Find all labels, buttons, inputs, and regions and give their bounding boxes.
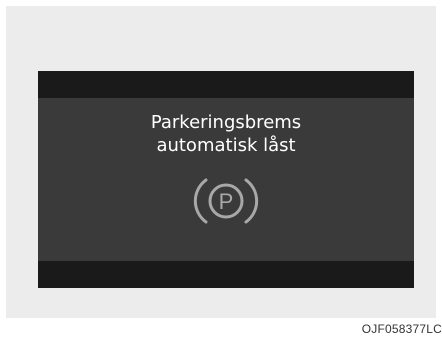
figure-code: OJF058377LC bbox=[361, 322, 442, 336]
parking-brake-icon: P bbox=[193, 176, 259, 230]
parking-brake-letter: P bbox=[219, 189, 234, 214]
message-line-2: automatisk låst bbox=[156, 135, 296, 156]
instrument-display: Parkeringsbrems automatisk låst P bbox=[38, 71, 414, 288]
message-line-1: Parkeringsbrems bbox=[150, 112, 302, 133]
display-top-bar bbox=[38, 71, 414, 98]
warning-message: Parkeringsbrems automatisk låst bbox=[38, 111, 414, 157]
display-bottom-bar bbox=[38, 261, 414, 288]
